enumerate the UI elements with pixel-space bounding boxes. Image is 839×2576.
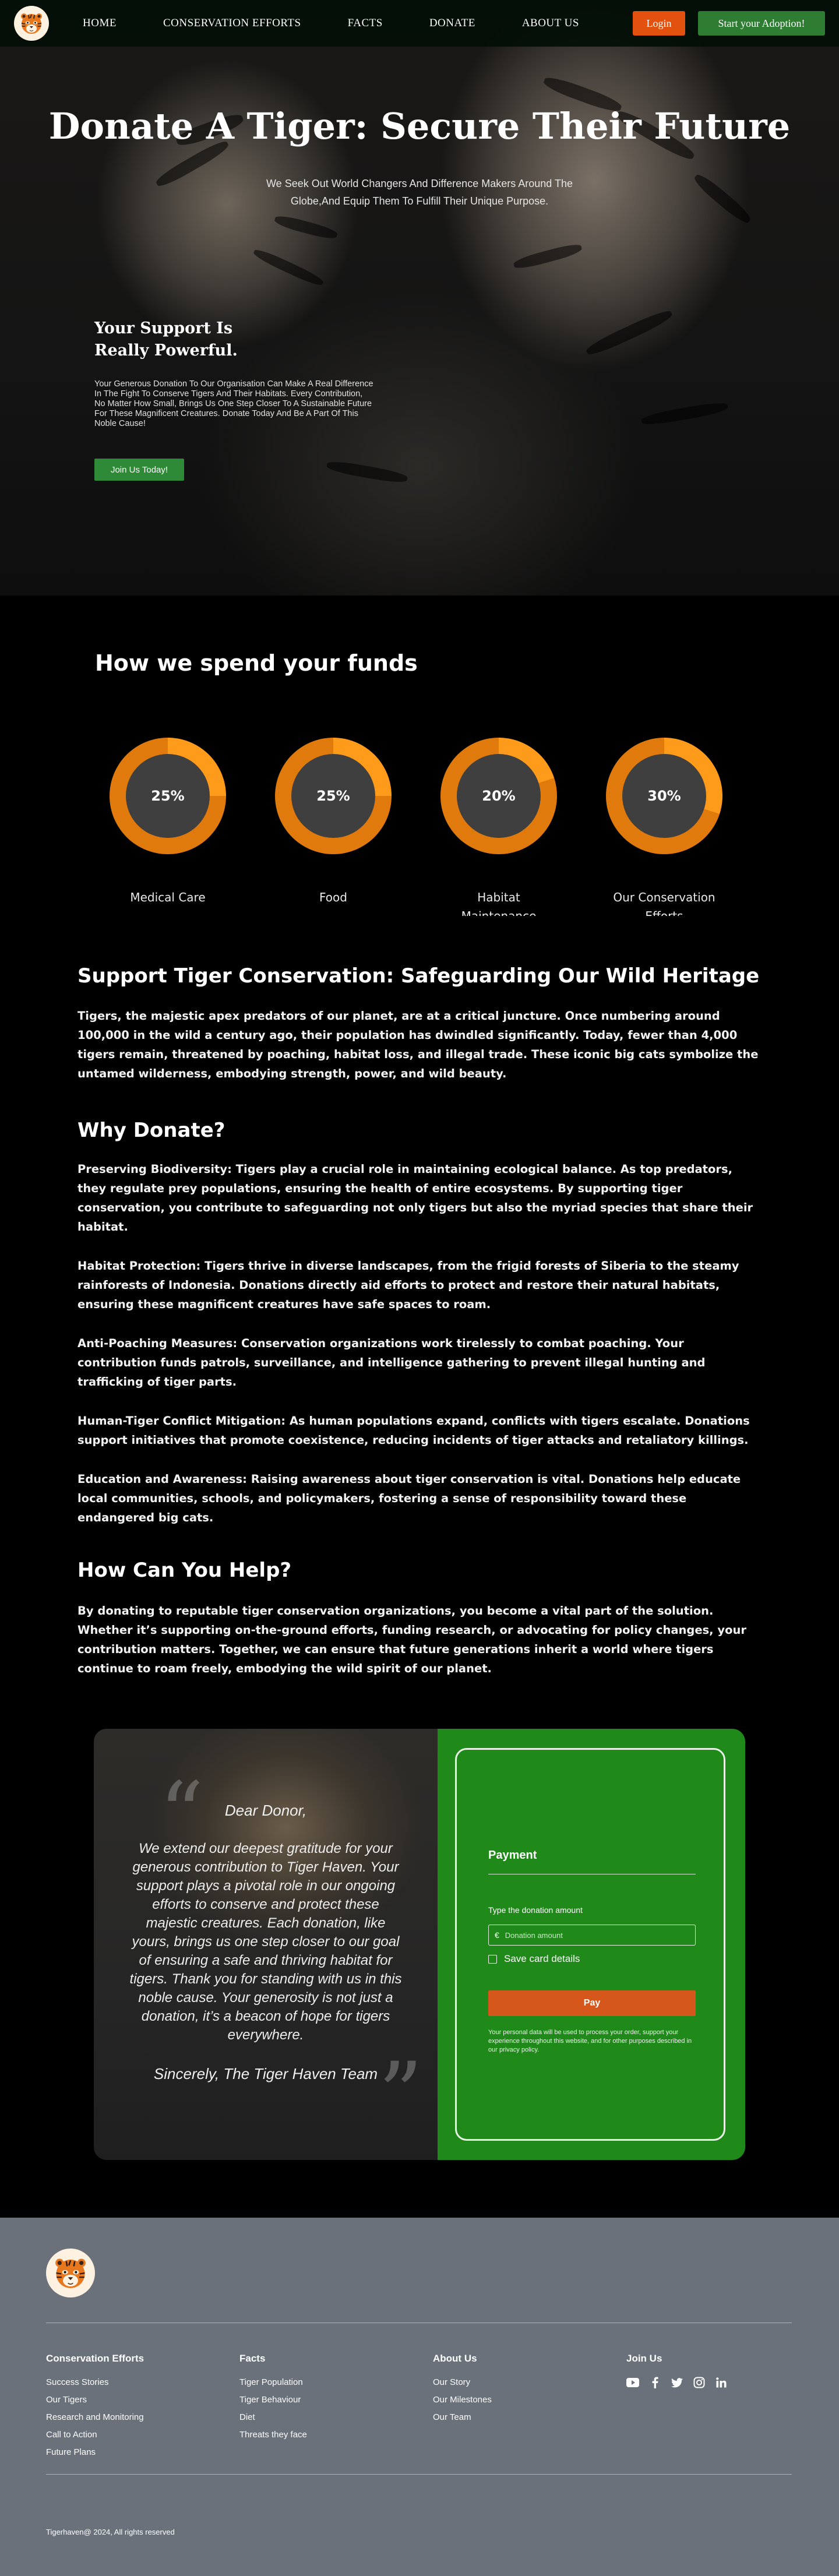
fund-item-conservation: 30% Our Conservation Efforts — [600, 738, 728, 925]
nav-about-link[interactable]: ABOUT US — [522, 17, 579, 30]
save-card-row[interactable]: Save card details — [488, 1953, 580, 1965]
payment-form: Payment Type the donation amount € Save … — [455, 1748, 725, 2141]
how-help-heading: How Can You Help? — [77, 1559, 292, 1582]
footer-divider — [46, 2474, 792, 2475]
letter-body: We extend our deepest gratitude for your… — [129, 1841, 402, 2043]
footer-link[interactable]: Our Team — [433, 2412, 492, 2422]
footer-link[interactable]: Tiger Population — [239, 2377, 307, 2387]
pay-button[interactable]: Pay — [488, 1990, 696, 2016]
youtube-icon[interactable] — [626, 2376, 639, 2389]
privacy-notice: Your personal data will be used to proce… — [488, 2029, 692, 2053]
how-help-paragraph: By donating to reputable tiger conservat… — [77, 1604, 746, 1675]
start-adoption-button[interactable]: Start your Adoption! — [698, 11, 825, 36]
footer-col-about: About Us Our Story Our Milestones Our Te… — [433, 2353, 492, 2430]
donate-section: “ Dear Donor, We extend our deepest grat… — [0, 1678, 839, 2218]
footer-link[interactable]: Our Tigers — [46, 2395, 144, 2405]
footer-col-conservation: Conservation Efforts Success Stories Our… — [46, 2353, 144, 2465]
hero-title: Donate A Tiger: Secure Their Future — [48, 105, 791, 147]
instagram-icon[interactable] — [693, 2376, 706, 2389]
tiger-logo-icon[interactable] — [14, 6, 49, 41]
why-paragraph: Preserving Biodiversity: Tigers play a c… — [77, 1162, 753, 1234]
footer-link[interactable]: Research and Monitoring — [46, 2412, 144, 2422]
twitter-icon[interactable] — [671, 2376, 683, 2389]
copyright-text: Tigerhaven@ 2024, All rights reserved — [46, 2528, 175, 2536]
join-us-button[interactable]: Join Us Today! — [94, 459, 184, 481]
footer-link[interactable]: Future Plans — [46, 2447, 144, 2457]
login-button[interactable]: Login — [633, 11, 685, 36]
linkedin-icon[interactable] — [715, 2376, 728, 2389]
fund-label: Food — [319, 890, 347, 904]
fund-donut: 25% — [110, 738, 226, 854]
footer-col-title: Join Us — [626, 2353, 662, 2364]
footer-col-title: About Us — [433, 2353, 477, 2364]
footer-col-join: Join Us — [626, 2353, 728, 2389]
article-intro: Tigers, the majestic apex predators of o… — [77, 1009, 759, 1080]
nav-facts-link[interactable]: FACTS — [348, 17, 383, 30]
footer-col-facts: Facts Tiger Population Tiger Behaviour D… — [239, 2353, 307, 2447]
donation-amount-input[interactable] — [505, 1930, 680, 1940]
support-text: Your Generous Donation To Our Organisati… — [94, 379, 373, 428]
footer-col-title: Facts — [239, 2353, 266, 2364]
save-card-label[interactable]: Save card details — [504, 1953, 580, 1965]
nav-conservation-link[interactable]: CONSERVATION EFFORTS — [163, 17, 301, 30]
fund-percent: 25% — [126, 754, 210, 838]
social-links — [626, 2376, 728, 2389]
hero-subtitle: We Seek Out World Changers And Differenc… — [266, 178, 573, 207]
fund-percent: 25% — [291, 754, 375, 838]
support-title: Your Support Is Really Powerful. — [94, 319, 238, 360]
amount-label: Type the donation amount — [488, 1905, 583, 1915]
footer-link[interactable]: Diet — [239, 2412, 307, 2422]
footer-link[interactable]: Success Stories — [46, 2377, 144, 2387]
fund-percent: 20% — [457, 754, 541, 838]
fund-donut: 30% — [606, 738, 722, 854]
save-card-checkbox[interactable] — [488, 1954, 497, 1964]
funds-section: How we spend your funds 25% Medical Care… — [0, 595, 839, 923]
article-section: Support Tiger Conservation: Safeguarding… — [0, 916, 839, 1678]
why-paragraph: Education and Awareness: Raising awarene… — [77, 1472, 741, 1524]
donation-amount-field[interactable]: € — [488, 1925, 696, 1946]
fund-percent: 30% — [622, 754, 706, 838]
fund-label: Medical Care — [130, 890, 206, 904]
fund-item-habitat: 20% Habitat Maintenance — [435, 738, 563, 925]
letter-greeting: Dear Donor, — [224, 1802, 307, 1819]
why-paragraph: Anti-Poaching Measures: Conservation org… — [77, 1337, 706, 1389]
close-quote-icon: ” — [378, 2044, 423, 2145]
thank-you-letter: “ Dear Donor, We extend our deepest grat… — [94, 1729, 438, 2160]
why-paragraph: Human-Tiger Conflict Mitigation: As huma… — [77, 1414, 750, 1447]
funds-title: How we spend your funds — [95, 650, 418, 676]
fund-donut: 20% — [440, 738, 557, 854]
why-paragraph: Habitat Protection: Tigers thrive in div… — [77, 1259, 739, 1311]
footer-link[interactable]: Threats they face — [239, 2430, 307, 2440]
footer-link[interactable]: Call to Action — [46, 2430, 144, 2440]
article-heading: Support Tiger Conservation: Safeguarding… — [77, 964, 760, 988]
footer-link[interactable]: Tiger Behaviour — [239, 2395, 307, 2405]
payment-title: Payment — [488, 1849, 537, 1862]
footer-col-title: Conservation Efforts — [46, 2353, 144, 2364]
donation-card: “ Dear Donor, We extend our deepest grat… — [94, 1729, 745, 2160]
nav-links: HOME CONSERVATION EFFORTS FACTS DONATE A… — [83, 17, 579, 30]
currency-symbol: € — [495, 1930, 499, 1940]
footer: Conservation Efforts Success Stories Our… — [0, 2218, 839, 2576]
nav-home-link[interactable]: HOME — [83, 17, 117, 30]
hero-section: Donate A Tiger: Secure Their Future We S… — [0, 0, 839, 595]
footer-link[interactable]: Our Milestones — [433, 2395, 492, 2405]
fund-item-medical-care: 25% Medical Care — [104, 738, 232, 907]
footer-tiger-logo-icon[interactable] — [46, 2249, 95, 2297]
payment-panel: Payment Type the donation amount € Save … — [438, 1729, 745, 2160]
nav-donate-link[interactable]: DONATE — [429, 17, 475, 30]
fund-donut: 25% — [275, 738, 392, 854]
footer-link[interactable]: Our Story — [433, 2377, 492, 2387]
top-navbar: HOME CONSERVATION EFFORTS FACTS DONATE A… — [0, 0, 839, 47]
why-donate-heading: Why Donate? — [77, 1119, 225, 1142]
fund-item-food: 25% Food — [269, 738, 397, 907]
facebook-icon[interactable] — [648, 2376, 661, 2389]
